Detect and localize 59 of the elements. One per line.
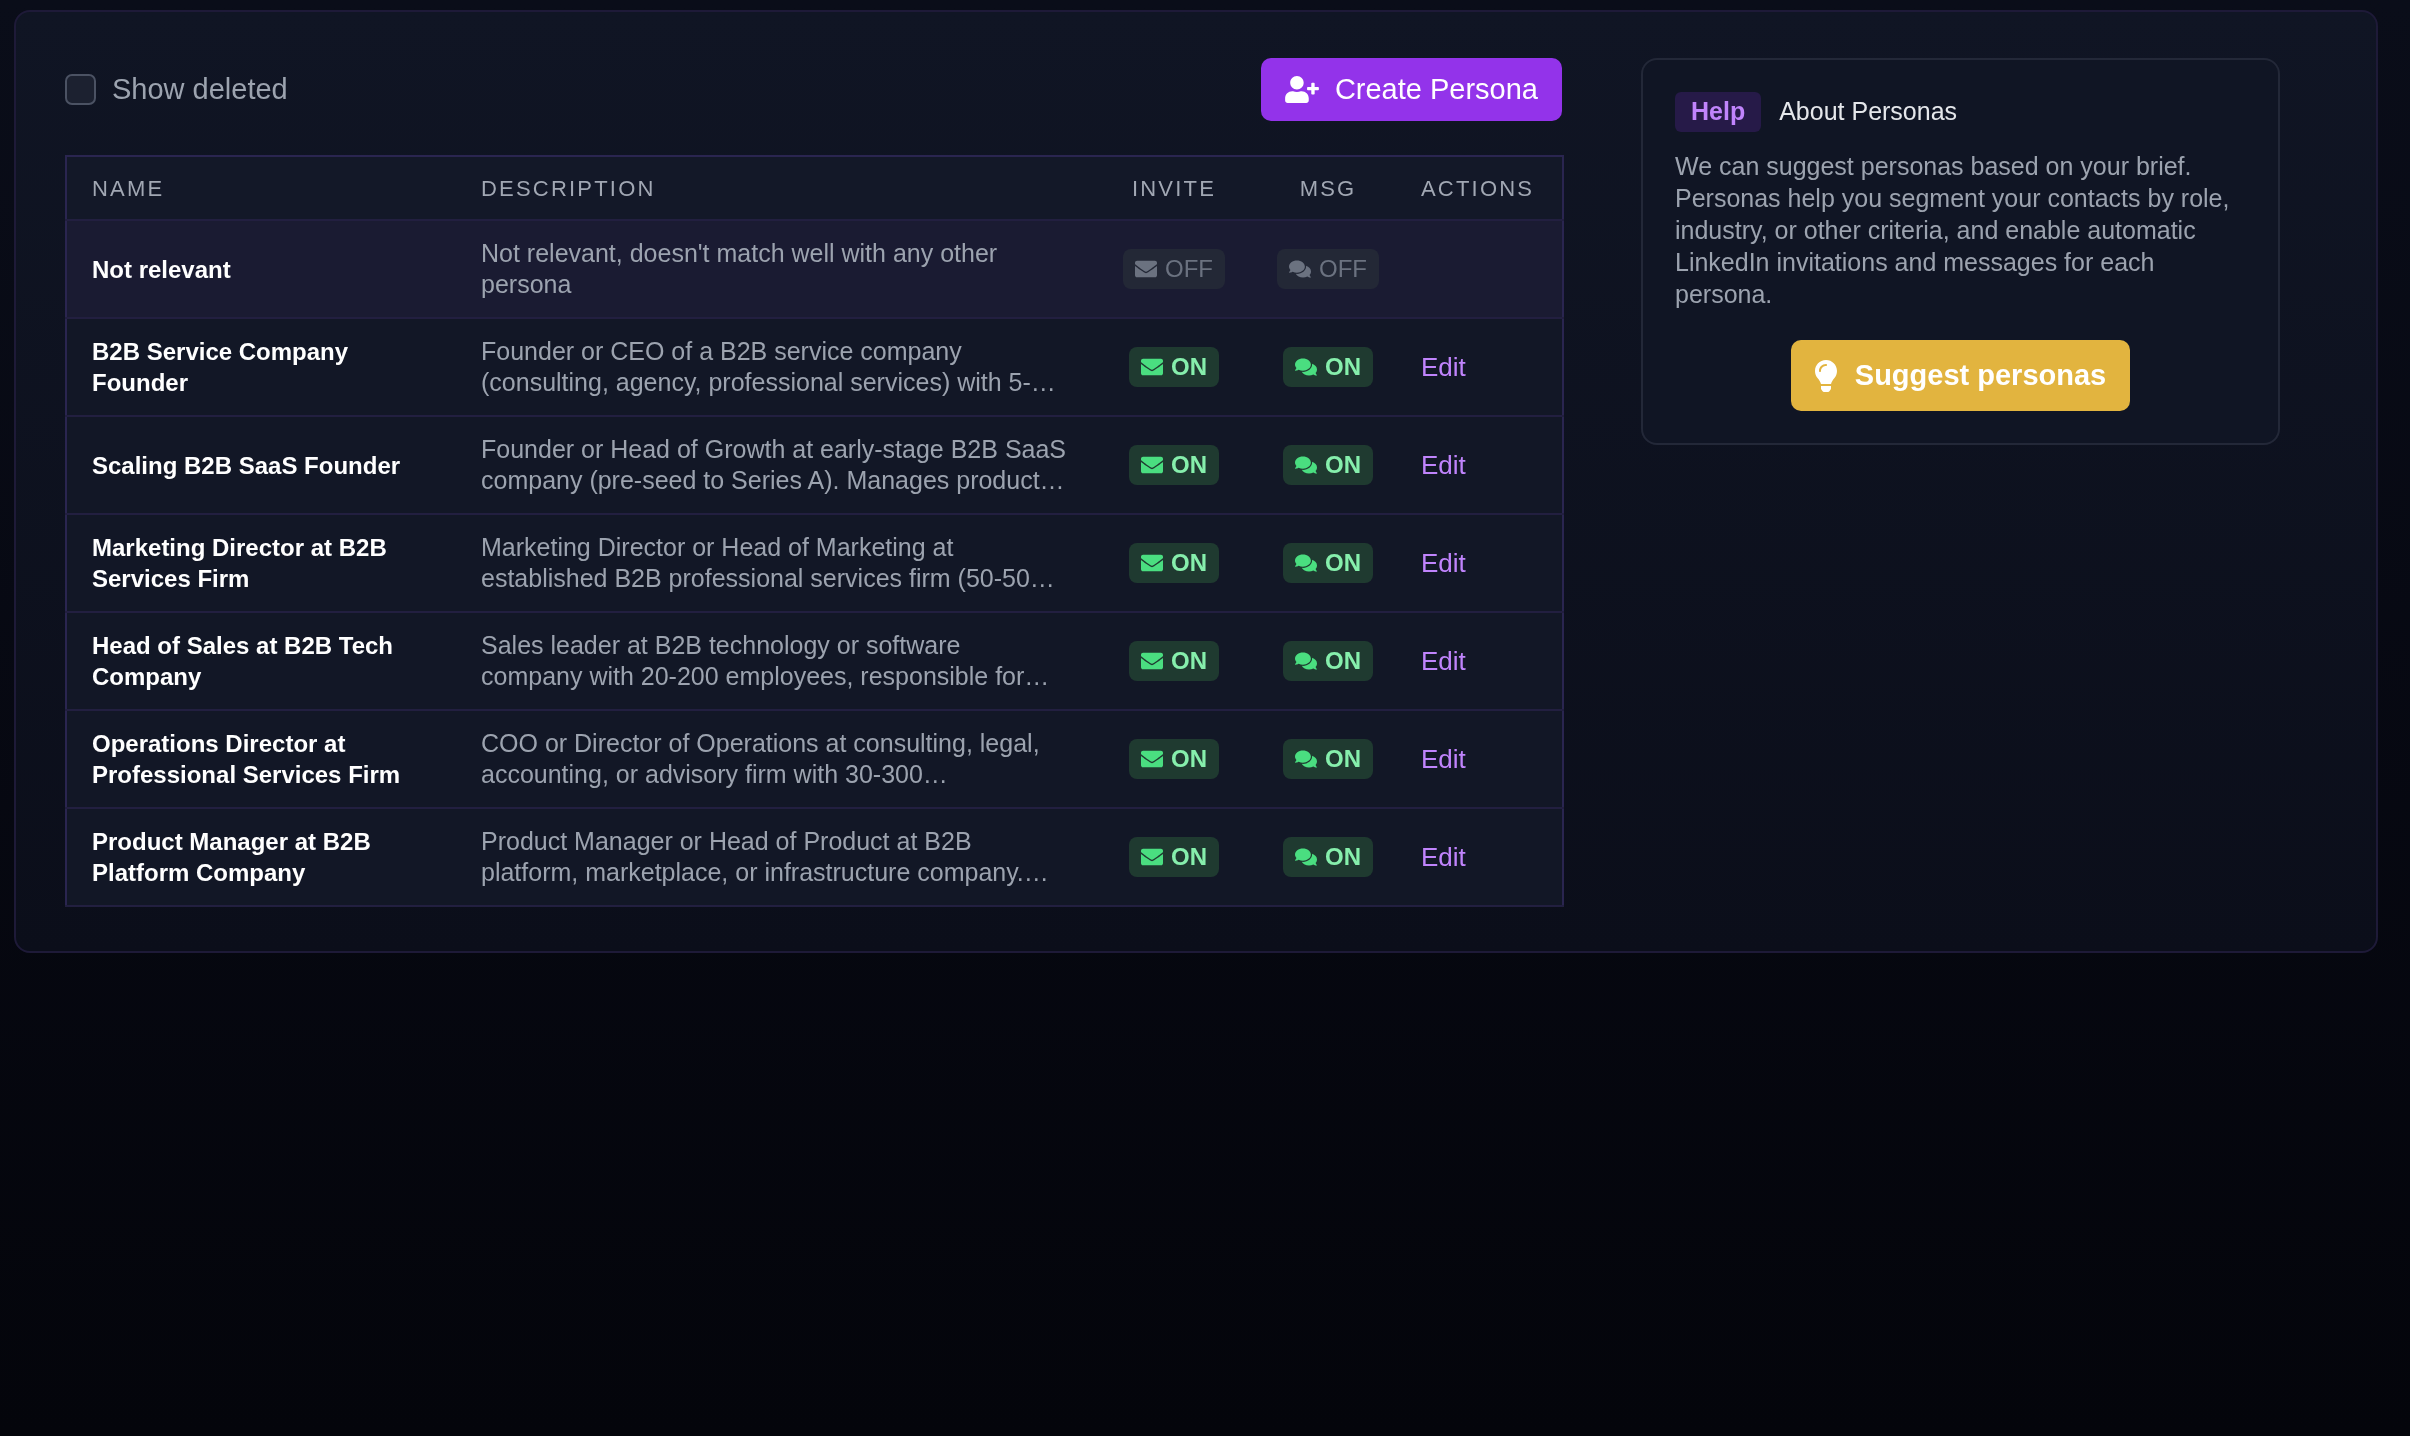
persona-description: Marketing Director or Head of Marketing at established B2B professional services firm (50-50… (481, 532, 1056, 594)
column-header: ACTIONS (1421, 175, 1535, 201)
persona-description: Not relevant, doesn't match well with any other persona (481, 238, 999, 300)
persona-name: Product Manager at B2B Platform Company (92, 827, 372, 888)
envelope-icon (1141, 552, 1163, 574)
message-toggle[interactable]: ON (1283, 543, 1373, 583)
help-tag: Help (1675, 92, 1762, 132)
show-deleted-label: Show deleted (112, 71, 288, 107)
edit-link[interactable]: Edit (1421, 351, 1466, 382)
edit-link[interactable]: Edit (1421, 547, 1466, 578)
user-plus-icon (1284, 76, 1319, 103)
message-toggle[interactable]: ON (1283, 445, 1373, 485)
speech-bubbles-icon (1295, 454, 1317, 476)
message-toggle[interactable]: ON (1283, 837, 1373, 877)
envelope-icon (1141, 454, 1163, 476)
message-toggle[interactable]: ON (1283, 641, 1373, 681)
speech-bubbles-icon (1295, 650, 1317, 672)
edit-link[interactable]: Edit (1421, 743, 1466, 774)
help-text: We can suggest personas based on your brief. Personas help you segment your contacts by role, industry, or other criteria, and enable automatic LinkedIn invitations and messages for each persona. (1675, 151, 2231, 310)
envelope-icon (1141, 748, 1163, 770)
persona-name: Operations Director at Professional Services Firm (92, 729, 402, 790)
help-title: About Personas (1779, 96, 1958, 128)
persona-description: COO or Director of Operations at consulting, legal, accounting, or advisory firm with 30-300… (481, 728, 1041, 790)
envelope-icon (1135, 258, 1157, 280)
column-header: DESCRIPTION (481, 175, 656, 201)
message-toggle[interactable]: ON (1283, 347, 1373, 387)
create-persona-button[interactable]: Create Persona (1260, 58, 1562, 121)
envelope-icon (1141, 650, 1163, 672)
show-deleted-checkbox[interactable] (65, 74, 96, 105)
invite-toggle[interactable]: ON (1129, 347, 1219, 387)
invite-toggle[interactable]: ON (1129, 543, 1219, 583)
message-toggle[interactable]: ON (1283, 739, 1373, 779)
speech-bubbles-icon (1289, 258, 1311, 280)
envelope-icon (1141, 846, 1163, 868)
persona-name: Scaling B2B SaaS Founder (92, 450, 402, 481)
persona-name: Not relevant (92, 254, 232, 285)
speech-bubbles-icon (1295, 846, 1317, 868)
edit-link[interactable]: Edit (1421, 449, 1466, 480)
persona-description: Sales leader at B2B technology or software company with 20-200 employees, responsible for… (481, 630, 1051, 692)
column-header: INVITE (1131, 175, 1217, 201)
speech-bubbles-icon (1295, 748, 1317, 770)
invite-toggle[interactable]: ON (1129, 445, 1219, 485)
speech-bubbles-icon (1295, 356, 1317, 378)
lightbulb-icon (1814, 359, 1837, 392)
persona-description: Founder or CEO of a B2B service company (consulting, agency, professional services) with 5-… (481, 336, 1057, 398)
envelope-icon (1141, 356, 1163, 378)
column-header: MSG (1299, 175, 1357, 201)
column-header: NAME (92, 175, 165, 201)
persona-name: B2B Service Company Founder (92, 337, 350, 398)
persona-name: Marketing Director at B2B Services Firm (92, 533, 388, 594)
invite-toggle[interactable]: ON (1129, 739, 1219, 779)
invite-toggle[interactable]: ON (1129, 641, 1219, 681)
edit-link[interactable]: Edit (1421, 841, 1466, 872)
persona-description: Founder or Head of Growth at early-stage B2B SaaS company (pre-seed to Series A). Manages product… (481, 434, 1067, 496)
persona-name: Head of Sales at B2B Tech Company (92, 631, 394, 692)
persona-description: Product Manager or Head of Product at B2B platform, marketplace, or infrastructure company.… (481, 826, 1050, 888)
speech-bubbles-icon (1295, 552, 1317, 574)
edit-link[interactable]: Edit (1421, 645, 1466, 676)
invite-toggle[interactable]: ON (1129, 837, 1219, 877)
